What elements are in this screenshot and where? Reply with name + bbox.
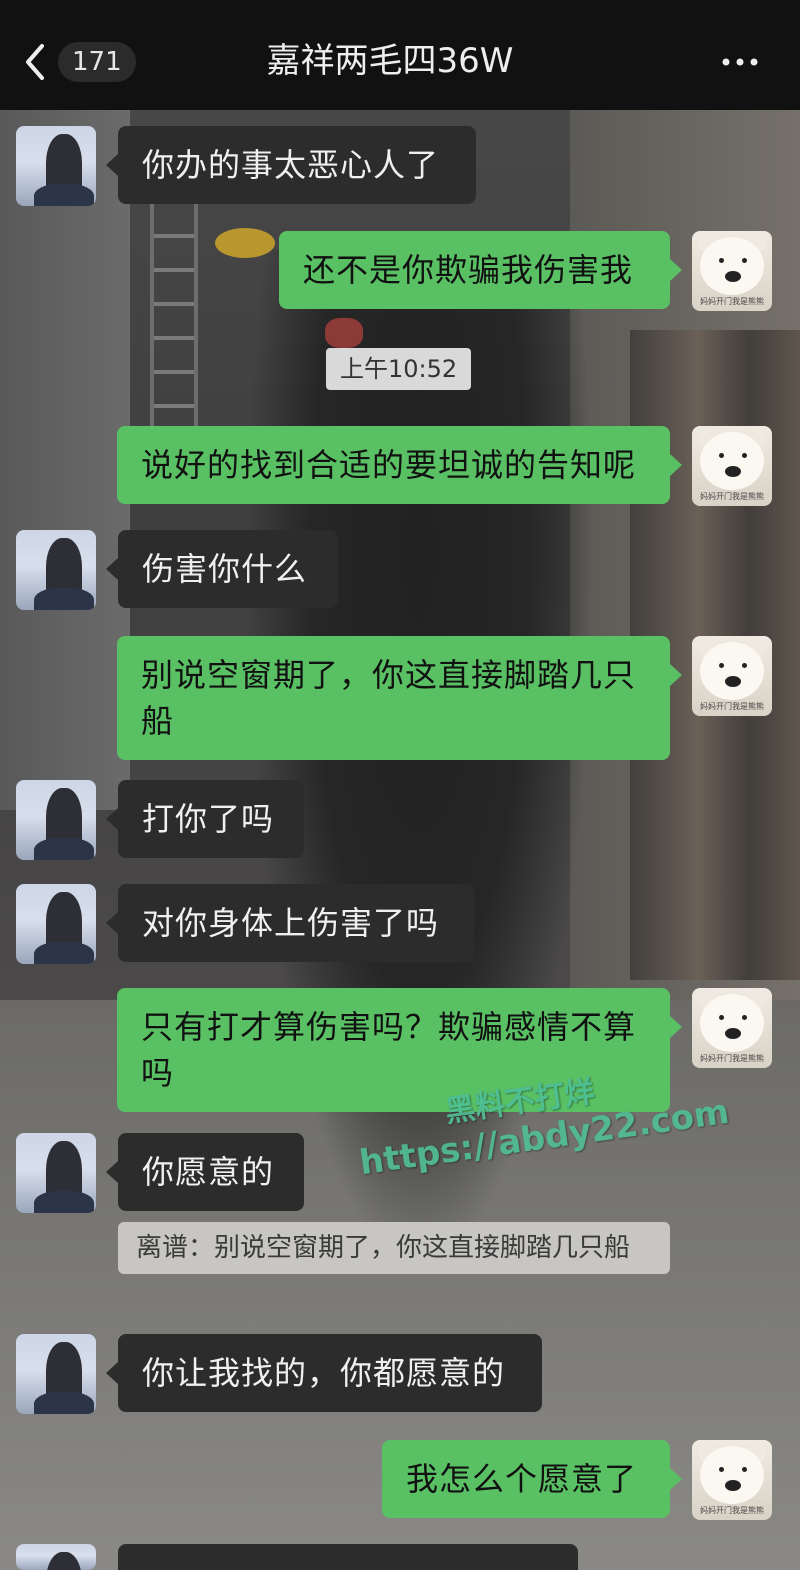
contact-avatar[interactable] <box>16 1544 96 1570</box>
quoted-message[interactable]: 离谱：别说空窗期了，你这直接脚踏几只船 <box>118 1222 670 1274</box>
more-horizontal-icon <box>722 58 758 66</box>
contact-avatar[interactable] <box>16 780 96 860</box>
avatar-caption: 妈妈开门我是熊熊 <box>700 702 764 711</box>
unread-count-badge[interactable]: 171 <box>58 42 136 82</box>
background-decoration <box>215 228 275 258</box>
message-bubble-sent[interactable]: 我怎么个愿意了 <box>382 1440 682 1518</box>
avatar-caption: 妈妈开门我是熊熊 <box>700 297 764 306</box>
chat-header: 171 嘉祥两毛四36W <box>0 0 800 110</box>
background-decoration <box>325 318 363 348</box>
background-ladder <box>150 200 198 440</box>
avatar-caption: 妈妈开门我是熊熊 <box>700 1506 764 1515</box>
contact-avatar[interactable] <box>16 1334 96 1414</box>
message-bubble-received[interactable]: 你办的事太恶心人了 <box>106 126 476 204</box>
self-avatar[interactable]: 妈妈开门我是熊熊 <box>692 426 772 506</box>
message-bubble-sent[interactable]: 还不是你欺骗我伤害我 <box>279 231 682 309</box>
message-timestamp: 上午10:52 <box>326 348 472 390</box>
self-avatar[interactable]: 妈妈开门我是熊熊 <box>692 1440 772 1520</box>
back-button[interactable] <box>18 36 58 88</box>
avatar-caption: 妈妈开门我是熊熊 <box>700 492 764 501</box>
message-bubble-sent[interactable]: 别说空窗期了，你这直接脚踏几只船 <box>117 636 682 760</box>
contact-avatar[interactable] <box>16 530 96 610</box>
message-bubble-received[interactable]: 你让我找的，你都愿意的 <box>106 1334 542 1412</box>
message-bubble-received[interactable]: 对你身体上伤害了吗 <box>106 884 474 962</box>
self-avatar[interactable]: 妈妈开门我是熊熊 <box>692 231 772 311</box>
message-bubble-received[interactable]: 你愿意的 <box>106 1133 304 1211</box>
background-wall <box>0 110 130 810</box>
message-bubble-received[interactable]: 伤害你什么 <box>106 530 338 608</box>
chat-title: 嘉祥两毛四36W <box>266 41 514 81</box>
contact-avatar[interactable] <box>16 126 96 206</box>
more-button[interactable] <box>710 40 770 84</box>
message-bubble-sent[interactable]: 说好的找到合适的要坦诚的告知呢 <box>117 426 682 504</box>
message-bubble-received[interactable] <box>118 1544 578 1570</box>
self-avatar[interactable]: 妈妈开门我是熊熊 <box>692 988 772 1068</box>
contact-avatar[interactable] <box>16 884 96 964</box>
chevron-left-icon <box>26 44 44 80</box>
message-bubble-received[interactable]: 打你了吗 <box>106 780 304 858</box>
contact-avatar[interactable] <box>16 1133 96 1213</box>
self-avatar[interactable]: 妈妈开门我是熊熊 <box>692 636 772 716</box>
